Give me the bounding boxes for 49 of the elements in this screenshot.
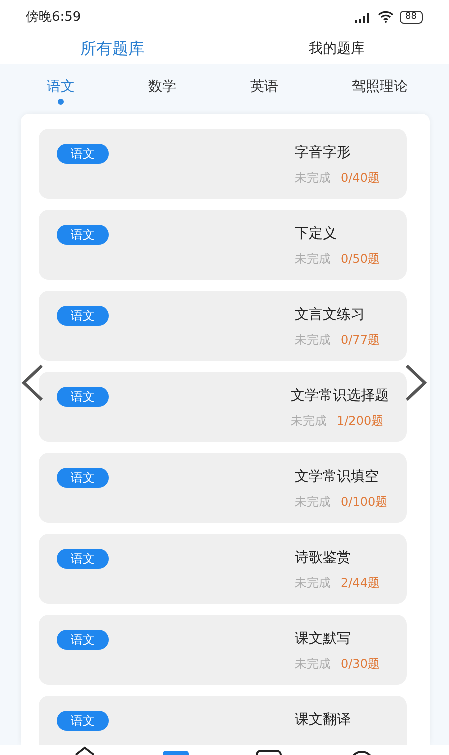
signal-icon [354, 12, 372, 22]
status-time: 傍晚6:59 [26, 9, 82, 26]
completion-status: 未完成 [295, 251, 331, 268]
subject-tag: 语文 [57, 630, 109, 650]
question-bank-card[interactable]: 语文 课文默写 未完成 0/30题 [39, 615, 407, 685]
completion-status: 未完成 [295, 170, 331, 187]
question-bank-card[interactable]: 语文 下定义 未完成 0/50题 [39, 210, 407, 280]
question-bank-card[interactable]: 语文 文言文练习 未完成 0/77题 [39, 291, 407, 361]
question-bank-card[interactable]: 语文 文学常识填空 未完成 0/100题 [39, 453, 407, 523]
progress-count: 0/77题 [341, 332, 380, 349]
progress-count: 0/100题 [341, 494, 388, 511]
completion-status: 未完成 [295, 494, 331, 511]
subject-tag: 语文 [57, 144, 109, 164]
completion-status: 未完成 [295, 332, 331, 349]
completion-status: 未完成 [295, 656, 331, 673]
subject-tag: 语文 [57, 711, 109, 731]
bank-title: 字音字形 [295, 144, 351, 162]
progress-count: 0/50题 [341, 251, 380, 268]
completion-status: 未完成 [295, 575, 331, 592]
bank-title: 诗歌鉴赏 [295, 549, 351, 567]
question-bank-card[interactable]: 语文 诗歌鉴赏 未完成 2/44题 [39, 534, 407, 604]
subject-tag: 语文 [57, 549, 109, 569]
library-tab[interactable]: 所有题库 [0, 34, 224, 64]
question-bank-card[interactable]: 语文 字音字形 未完成 0/40题 [39, 129, 407, 199]
progress-count: 0/30题 [341, 656, 380, 673]
bank-title: 文言文练习 [295, 306, 365, 324]
progress-count: 2/44题 [341, 575, 380, 592]
subject-tag: 语文 [57, 225, 109, 245]
completion-status: 未完成 [291, 413, 327, 430]
wifi-icon [378, 11, 394, 23]
bank-title: 下定义 [295, 225, 337, 243]
subject-tab[interactable]: 英语 [250, 64, 278, 114]
subject-tag: 语文 [57, 468, 109, 488]
subject-tab[interactable]: 数学 [148, 64, 177, 114]
subject-tag: 语文 [57, 387, 109, 407]
subject-tab[interactable]: 语文 [46, 64, 75, 114]
question-bank-card[interactable]: 语文 文学常识选择题 未完成 1/200题 [39, 372, 407, 442]
library-tab[interactable]: 我的题库 [224, 34, 449, 64]
subject-tab[interactable]: 驾照理论 [352, 64, 408, 114]
bank-title: 课文默写 [295, 630, 351, 648]
bank-title: 课文翻译 [295, 711, 351, 729]
battery-level: 88 [400, 10, 423, 24]
bank-title: 文学常识填空 [295, 468, 379, 486]
progress-count: 1/200题 [337, 413, 384, 430]
question-bank-card[interactable]: 语文 课文翻译 [39, 696, 407, 745]
subject-tag: 语文 [57, 306, 109, 326]
bank-title: 文学常识选择题 [291, 387, 389, 405]
progress-count: 0/40题 [341, 170, 380, 187]
home-icon[interactable] [74, 745, 96, 755]
